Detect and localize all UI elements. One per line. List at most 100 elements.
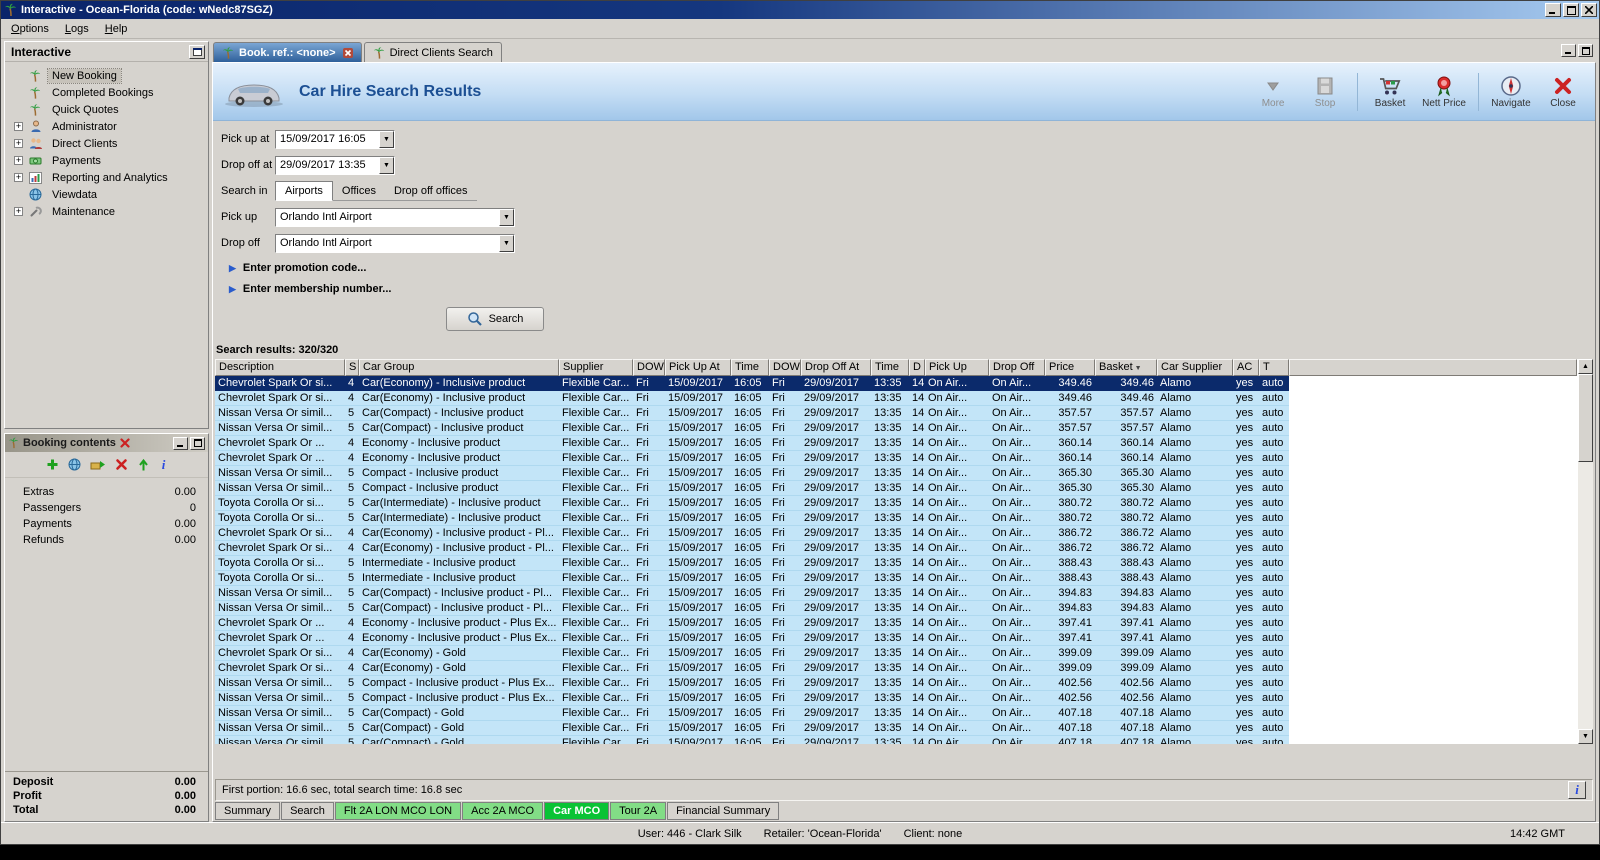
basket-button[interactable]: Basket [1370,75,1410,109]
maximize-button[interactable] [1563,3,1579,17]
sidebar-item-new-booking[interactable]: New Booking [7,67,206,84]
info-button[interactable]: i [159,458,168,471]
minimize-button[interactable] [1545,3,1561,17]
search-in-tab-drop-off-offices[interactable]: Drop off offices [385,182,477,200]
column-header-drop-off-12[interactable]: Drop Off [989,359,1045,376]
result-row[interactable]: Nissan Versa Or simil...5Car(Compact) - … [215,586,1577,601]
result-row[interactable]: Nissan Versa Or simil...5Car(Compact) - … [215,736,1577,744]
tab-book-ref-none[interactable]: Book. ref.: <none> [213,42,362,62]
result-row[interactable]: Chevrolet Spark Or ...4Economy - Inclusi… [215,436,1577,451]
search-in-tab-airports[interactable]: Airports [275,181,333,201]
expand-plus-icon[interactable]: + [14,122,23,131]
tabstrip-restore-button[interactable] [1578,44,1593,57]
result-row[interactable]: Nissan Versa Or simil...5Car(Compact) - … [215,406,1577,421]
result-row[interactable]: Chevrolet Spark Or ...4Economy - Inclusi… [215,451,1577,466]
result-row[interactable]: Nissan Versa Or simil...5Compact - Inclu… [215,481,1577,496]
globe-button[interactable] [68,458,81,471]
navigate-button[interactable]: Navigate [1491,75,1531,109]
result-row[interactable]: Chevrolet Spark Or si...4Car(Economy) - … [215,661,1577,676]
tab-close-icon[interactable] [343,48,353,58]
result-row[interactable]: Nissan Versa Or simil...5Car(Compact) - … [215,706,1577,721]
menu-item-logs[interactable]: Logs [57,20,97,38]
result-row[interactable]: Toyota Corolla Or si...5Intermediate - I… [215,571,1577,586]
column-header-drop-off-at-8[interactable]: Drop Off At [801,359,871,376]
close-button[interactable]: Close [1543,75,1583,109]
column-header-description-0[interactable]: Description [215,359,345,376]
pickup-combo-dropdown-icon[interactable]: ▼ [499,209,514,226]
bottom-tab-acc-2a-mco[interactable]: Acc 2A MCO [462,802,543,820]
booking-contents-minimize-button[interactable] [173,437,188,450]
result-row[interactable]: Nissan Versa Or simil...5Car(Compact) - … [215,721,1577,736]
tabstrip-minimize-button[interactable] [1561,44,1576,57]
expand-plus-icon[interactable]: + [14,139,23,148]
expand-plus-icon[interactable]: + [14,156,23,165]
result-row[interactable]: Chevrolet Spark Or si...4Car(Economy) - … [215,526,1577,541]
pickup-combo[interactable]: Orlando Intl Airport ▼ [275,208,515,227]
menu-item-options[interactable]: Options [3,20,57,38]
sidebar-item-payments[interactable]: +Payments [7,152,206,169]
column-header-t-17[interactable]: T [1259,359,1289,376]
column-header-pick-up-at-5[interactable]: Pick Up At [665,359,731,376]
column-header-d-10[interactable]: D [909,359,925,376]
column-header-time-9[interactable]: Time [871,359,909,376]
result-row[interactable]: Chevrolet Spark Or si...4Car(Economy) - … [215,541,1577,556]
expand-plus-icon[interactable]: + [14,173,23,182]
result-row[interactable]: Nissan Versa Or simil...5Car(Compact) - … [215,421,1577,436]
dropoff-combo[interactable]: Orlando Intl Airport ▼ [275,234,515,253]
upload-button[interactable] [137,458,150,472]
result-row[interactable]: Chevrolet Spark Or si...4Car(Economy) - … [215,376,1577,391]
result-row[interactable]: Nissan Versa Or simil...5Compact - Inclu… [215,466,1577,481]
result-row[interactable]: Toyota Corolla Or si...5Intermediate - I… [215,556,1577,571]
pickup-at-field[interactable]: 15/09/2017 16:05 ▼ [275,130,395,149]
dropoff-at-dropdown-icon[interactable]: ▼ [379,157,394,174]
sidebar-item-reporting-and-analytics[interactable]: +Reporting and Analytics [7,169,206,186]
promotion-code-expander[interactable]: ▶ Enter promotion code... [229,262,1595,274]
column-header-car-group-2[interactable]: Car Group [359,359,559,376]
result-row[interactable]: Nissan Versa Or simil...5Car(Compact) - … [215,601,1577,616]
search-button[interactable]: Search [446,307,544,331]
pickup-at-dropdown-icon[interactable]: ▼ [379,131,394,148]
column-header-s-1[interactable]: S [345,359,359,376]
sidebar-item-direct-clients[interactable]: +Direct Clients [7,135,206,152]
bottom-tab-summary[interactable]: Summary [215,802,280,820]
nett-price-button[interactable]: Nett Price [1422,75,1466,109]
result-row[interactable]: Toyota Corolla Or si...5Car(Intermediate… [215,511,1577,526]
scroll-up-icon[interactable]: ▲ [1578,359,1593,374]
column-header-ac-16[interactable]: AC [1233,359,1259,376]
expand-plus-icon[interactable]: + [14,207,23,216]
bottom-tab-search[interactable]: Search [281,802,334,820]
table-scrollbar[interactable]: ▲ ▼ [1577,359,1593,744]
add-button[interactable] [46,458,59,471]
result-row[interactable]: Chevrolet Spark Or ...4Economy - Inclusi… [215,616,1577,631]
sidebar-item-completed-bookings[interactable]: Completed Bookings [7,84,206,101]
dropoff-combo-dropdown-icon[interactable]: ▼ [499,235,514,252]
column-header-dow-7[interactable]: DOW [769,359,801,376]
result-row[interactable]: Nissan Versa Or simil...5Compact - Inclu… [215,676,1577,691]
result-row[interactable]: Chevrolet Spark Or si...4Car(Economy) - … [215,391,1577,406]
collapse-panel-button[interactable] [189,45,205,59]
result-row[interactable]: Chevrolet Spark Or si...4Car(Economy) - … [215,646,1577,661]
booking-contents-close-icon[interactable] [120,438,130,448]
sidebar-item-viewdata[interactable]: Viewdata [7,186,206,203]
close-button[interactable] [1581,3,1597,17]
result-row[interactable]: Toyota Corolla Or si...5Car(Intermediate… [215,496,1577,511]
column-header-basket-14[interactable]: Basket▼ [1095,359,1157,376]
bottom-tab-car-mco[interactable]: Car MCO [544,802,609,820]
column-header-dow-4[interactable]: DOW [633,359,665,376]
sidebar-item-administrator[interactable]: +Administrator [7,118,206,135]
basket-transfer-button[interactable] [90,458,106,471]
search-in-tab-offices[interactable]: Offices [333,182,385,200]
booking-contents-maximize-button[interactable] [190,437,205,450]
bottom-tab-flt-2a-lon-mco-lon[interactable]: Flt 2A LON MCO LON [335,802,461,820]
column-header-pick-up-11[interactable]: Pick Up [925,359,989,376]
sidebar-item-maintenance[interactable]: +Maintenance [7,203,206,220]
sidebar-item-quick-quotes[interactable]: Quick Quotes [7,101,206,118]
column-header-price-13[interactable]: Price [1045,359,1095,376]
scrollbar-thumb[interactable] [1578,374,1593,462]
result-row[interactable]: Nissan Versa Or simil...5Compact - Inclu… [215,691,1577,706]
info-button[interactable]: i [1568,781,1586,799]
bottom-tab-financial-summary[interactable]: Financial Summary [667,802,779,820]
column-header-time-6[interactable]: Time [731,359,769,376]
result-row[interactable]: Chevrolet Spark Or ...4Economy - Inclusi… [215,631,1577,646]
scroll-down-icon[interactable]: ▼ [1578,729,1593,744]
